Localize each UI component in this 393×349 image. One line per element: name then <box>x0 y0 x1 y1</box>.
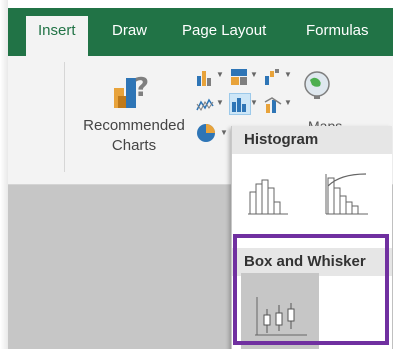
excel-window: Insert Draw Page Layout Formulas ? Recom… <box>8 8 393 349</box>
combo-chart-dropdown-icon[interactable]: ▼ <box>284 98 292 107</box>
box-whisker-highlight <box>233 234 389 345</box>
statistic-chart-dropdown-icon[interactable]: ▼ <box>250 98 258 107</box>
waterfall-chart-dropdown-icon[interactable]: ▼ <box>284 70 292 79</box>
hierarchy-chart-dropdown-icon[interactable]: ▼ <box>250 70 258 79</box>
combo-chart-icon[interactable] <box>264 96 282 114</box>
tab-draw[interactable]: Draw <box>112 22 147 39</box>
column-chart-dropdown-icon[interactable]: ▼ <box>216 70 224 79</box>
column-chart-icon[interactable] <box>196 68 214 86</box>
pie-chart-icon[interactable] <box>196 123 216 143</box>
line-chart-dropdown-icon[interactable]: ▼ <box>216 98 224 107</box>
waterfall-chart-icon[interactable] <box>264 68 282 86</box>
histogram-chart-icon[interactable] <box>246 172 290 216</box>
pareto-chart-icon[interactable] <box>324 172 370 216</box>
tab-insert[interactable]: Insert <box>26 16 88 56</box>
histogram-section-title: Histogram <box>232 126 392 154</box>
svg-text:?: ? <box>134 73 149 103</box>
recommended-charts-button[interactable]: Recommended Charts <box>76 116 192 156</box>
ribbon-tab-bar: Insert Draw Page Layout Formulas <box>8 8 393 56</box>
maps-globe-icon[interactable] <box>302 70 332 100</box>
tab-page-layout[interactable]: Page Layout <box>182 22 266 39</box>
statistic-chart-icon[interactable] <box>229 93 251 115</box>
tab-formulas[interactable]: Formulas <box>306 22 369 39</box>
window-shadow <box>0 0 8 349</box>
recommended-charts-label-1: Recommended <box>83 117 185 134</box>
hierarchy-chart-icon[interactable] <box>230 68 248 86</box>
line-chart-icon[interactable] <box>196 96 214 114</box>
ribbon-separator <box>64 62 65 172</box>
recommended-charts-label-2: Charts <box>111 137 157 154</box>
pie-chart-dropdown-icon[interactable]: ▼ <box>220 128 228 137</box>
recommended-charts-icon[interactable]: ? <box>112 66 156 110</box>
